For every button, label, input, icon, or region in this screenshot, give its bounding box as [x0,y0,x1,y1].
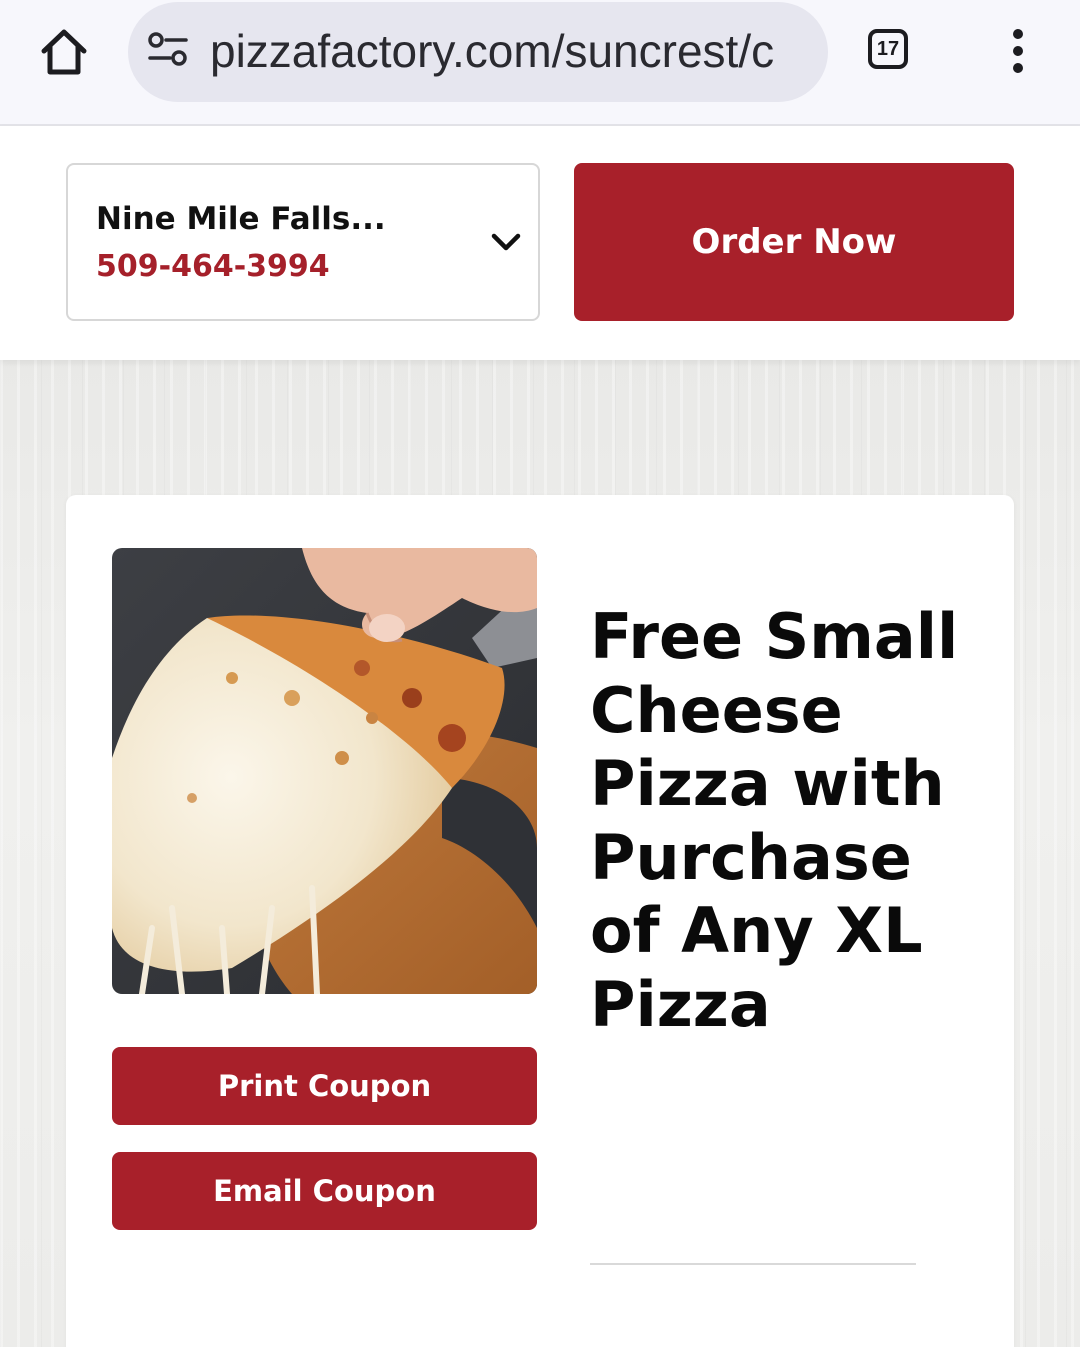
browser-toolbar: pizzafactory.com/suncrest/c 17 [0,0,1080,126]
location-phone[interactable]: 509-464-3994 [96,247,466,287]
chevron-down-icon [488,227,524,257]
tab-switcher-icon[interactable]: 17 [868,29,908,69]
coupon-image [112,548,537,994]
location-header: Nine Mile Falls... 509-464-3994 Order No… [0,126,1080,360]
site-info-icon[interactable] [146,30,190,70]
coupon-title: Free Small Cheese Pizza with Purchase of… [590,600,959,1041]
order-now-button[interactable]: Order Now [574,163,1014,321]
coupon-card: Print Coupon Email Coupon Free Small Che… [66,495,1014,1347]
print-coupon-button[interactable]: Print Coupon [112,1047,537,1125]
home-icon[interactable] [36,24,92,80]
url-text[interactable]: pizzafactory.com/suncrest/c [210,20,810,82]
email-coupon-button[interactable]: Email Coupon [112,1152,537,1230]
more-vert-icon[interactable] [1000,24,1036,80]
divider [590,1263,916,1265]
location-name: Nine Mile Falls... [96,201,386,237]
location-selector[interactable]: Nine Mile Falls... 509-464-3994 [66,163,540,321]
